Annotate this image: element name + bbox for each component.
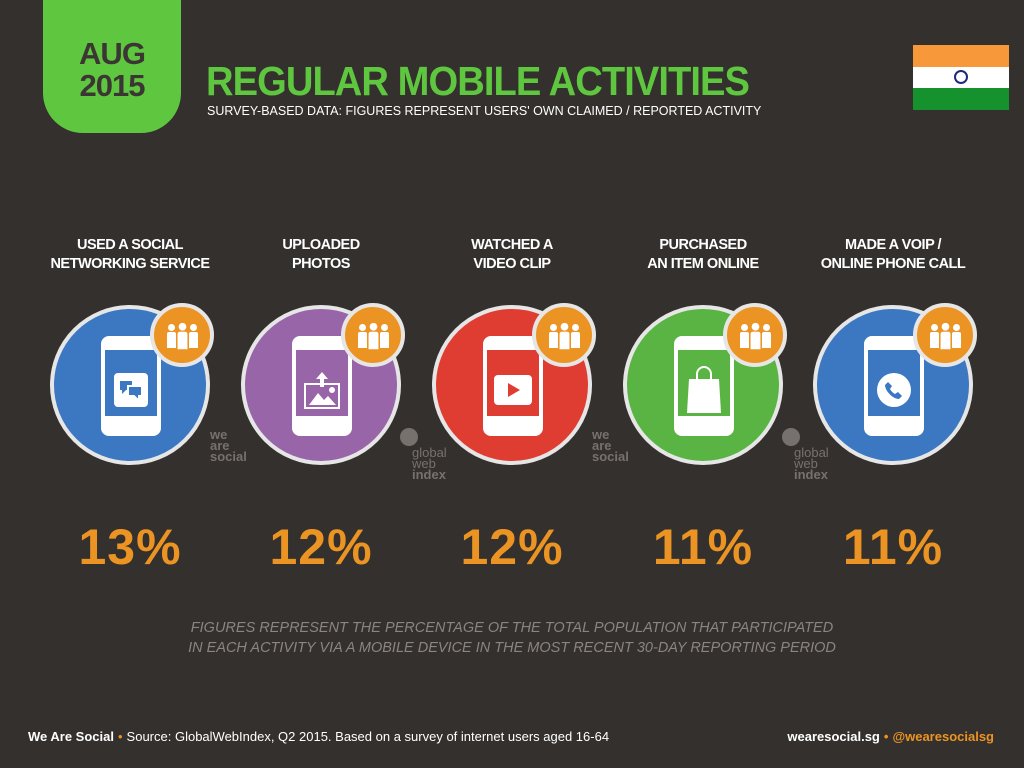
footnote-line: IN EACH ACTIVITY VIA A MOBILE DEVICE IN … bbox=[188, 640, 836, 656]
activity-label: MADE A VOIP / ONLINE PHONE CALL bbox=[798, 236, 988, 274]
smartphone-icon bbox=[483, 336, 543, 436]
chat-bubbles-icon bbox=[111, 372, 151, 408]
activity-circle bbox=[241, 303, 405, 465]
footnote-line: FIGURES REPRESENT THE PERCENTAGE OF THE … bbox=[190, 620, 834, 636]
activity-label-line: UPLOADED bbox=[282, 237, 360, 253]
people-icon bbox=[532, 303, 596, 367]
date-year: 2015 bbox=[79, 68, 146, 103]
activity-label-line: VIDEO CLIP bbox=[473, 256, 551, 272]
wearesocial-watermark: we are social bbox=[210, 427, 247, 464]
footnote: FIGURES REPRESENT THE PERCENTAGE OF THE … bbox=[0, 618, 1024, 658]
people-icon bbox=[723, 303, 787, 367]
footer-links: wearesocial.sg • @wearesocialsg bbox=[787, 729, 994, 744]
activity-label-line: AN ITEM ONLINE bbox=[647, 256, 759, 272]
activity-label-line: WATCHED A bbox=[471, 237, 553, 253]
india-flag-icon bbox=[913, 45, 1009, 110]
phone-call-icon bbox=[874, 372, 914, 408]
footer-handle-link[interactable]: @wearesocialsg bbox=[892, 729, 994, 744]
globalwebindex-watermark: global web index bbox=[782, 428, 829, 481]
activity-label: WATCHED A VIDEO CLIP bbox=[417, 236, 607, 274]
activity-label-line: ONLINE PHONE CALL bbox=[820, 256, 966, 272]
activity-label: UPLOADED PHOTOS bbox=[226, 236, 416, 274]
wearesocial-watermark: we are social bbox=[592, 427, 629, 464]
play-icon bbox=[493, 372, 533, 408]
activity-circle bbox=[432, 303, 596, 465]
activity-percentage: 11% bbox=[842, 519, 944, 575]
globalwebindex-watermark: global web index bbox=[400, 428, 447, 481]
activity-label-line: MADE A VOIP / bbox=[844, 237, 942, 253]
smartphone-icon bbox=[292, 336, 352, 436]
page-title: REGULAR MOBILE ACTIVITIES bbox=[206, 58, 750, 104]
people-icon bbox=[913, 303, 977, 367]
photo-upload-icon bbox=[302, 372, 342, 409]
activity-label-line: PURCHASED bbox=[659, 237, 747, 253]
footer-source-text: Source: GlobalWebIndex, Q2 2015. Based o… bbox=[126, 729, 610, 744]
activity-circle bbox=[813, 303, 977, 465]
activity-percentage: 11% bbox=[652, 519, 754, 575]
date-month: AUG bbox=[79, 36, 146, 71]
smartphone-icon bbox=[101, 336, 161, 436]
activity-label: USED A SOCIAL NETWORKING SERVICE bbox=[35, 236, 225, 274]
people-icon bbox=[341, 303, 405, 367]
activity-circle bbox=[50, 303, 214, 465]
activity-label-line: NETWORKING SERVICE bbox=[50, 256, 210, 272]
activity-percentage: 12% bbox=[460, 519, 564, 575]
activity-percentage: 13% bbox=[78, 519, 182, 575]
footer-site-link[interactable]: wearesocial.sg bbox=[787, 729, 880, 744]
activity-label-line: PHOTOS bbox=[292, 256, 350, 272]
activity-label-line: USED A SOCIAL bbox=[76, 237, 184, 253]
page-subtitle: SURVEY-BASED DATA: FIGURES REPRESENT USE… bbox=[207, 104, 762, 118]
date-badge: AUG 2015 bbox=[43, 0, 181, 133]
smartphone-icon bbox=[864, 336, 924, 436]
people-icon bbox=[150, 303, 214, 367]
activity-circle bbox=[623, 303, 787, 465]
smartphone-icon bbox=[674, 336, 734, 436]
footer-source: We Are Social • Source: GlobalWebIndex, Q2… bbox=[28, 729, 610, 744]
activity-label: PURCHASED AN ITEM ONLINE bbox=[608, 236, 798, 274]
activity-percentage: 12% bbox=[269, 519, 373, 575]
footer-brand: We Are Social bbox=[28, 729, 114, 744]
shopping-bag-icon bbox=[684, 366, 724, 413]
